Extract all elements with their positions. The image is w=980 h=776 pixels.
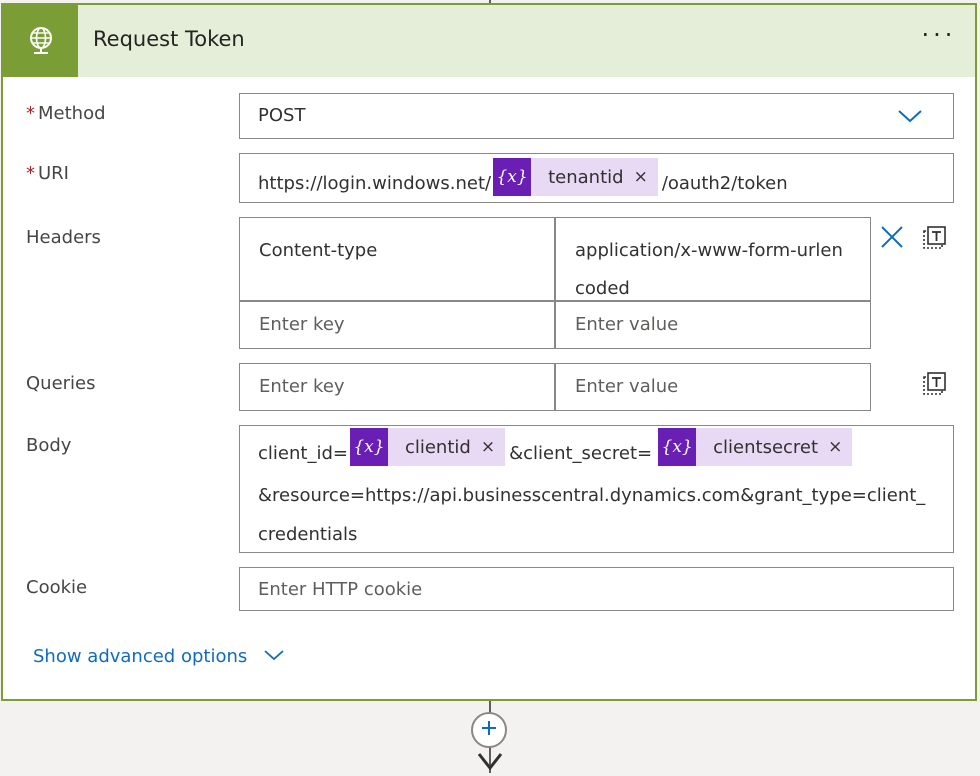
header-key-input[interactable]: Enter key (239, 301, 555, 349)
header-value-input[interactable]: Enter value (555, 301, 871, 349)
token-label: tenantid (548, 166, 624, 188)
close-icon[interactable]: × (634, 158, 658, 196)
uri-label: * URI (26, 163, 69, 184)
action-title: Request Token (93, 27, 245, 51)
uri-input[interactable]: https://login.windows.net/ {x} tenantid … (239, 153, 954, 203)
insert-step-button[interactable] (471, 712, 507, 748)
expression-icon: {x} (658, 428, 697, 466)
method-select[interactable]: POST (239, 93, 954, 139)
body-part1: client_id= (258, 442, 348, 464)
token-label: clientid (404, 436, 471, 458)
uri-prefix: https://login.windows.net/ (258, 172, 492, 194)
header-key-cell[interactable]: Content-type (239, 217, 555, 301)
http-action-card: Request Token ··· * Method POST * URI http… (1, 3, 977, 701)
action-header[interactable]: Request Token ··· (3, 5, 975, 77)
expression-icon: {x} (493, 158, 532, 196)
switch-to-text-icon[interactable] (921, 371, 947, 401)
uri-suffix: /oauth2/token (661, 172, 788, 194)
method-label: * Method (26, 103, 106, 124)
body-part3: &resource=https://api.businesscentral.dy… (258, 485, 926, 545)
close-icon[interactable]: × (828, 428, 852, 466)
clientid-token[interactable]: {x} clientid × (349, 428, 506, 466)
clientsecret-token[interactable]: {x} clientsecret × (658, 428, 853, 466)
chevron-down-icon (897, 108, 923, 129)
query-key-input[interactable]: Enter key (239, 363, 555, 411)
switch-to-text-icon[interactable] (921, 225, 947, 255)
headers-label: Headers (26, 227, 101, 248)
body-part2: &client_secret= (509, 442, 653, 464)
close-icon[interactable] (880, 225, 904, 253)
arrow-down-icon (477, 752, 503, 776)
header-value-cell[interactable]: application/x-www-form-urlencoded (555, 217, 871, 301)
show-advanced-options-link[interactable]: Show advanced options (33, 646, 285, 667)
close-icon[interactable]: × (481, 428, 505, 466)
query-value-input[interactable]: Enter value (555, 363, 871, 411)
queries-label: Queries (26, 373, 96, 394)
required-mark: * (26, 103, 35, 124)
expression-icon: {x} (349, 428, 388, 466)
required-mark: * (26, 163, 35, 184)
cookie-label: Cookie (26, 577, 88, 598)
body-label: Body (26, 435, 72, 456)
globe-icon (3, 5, 78, 77)
tenantid-token[interactable]: {x} tenantid × (493, 158, 658, 196)
token-label: clientsecret (713, 436, 819, 458)
plus-icon (480, 719, 498, 741)
method-value: POST (258, 105, 306, 126)
body-input[interactable]: client_id= {x} clientid × &client_secret… (239, 425, 954, 553)
more-options-button[interactable]: ··· (919, 23, 959, 53)
chevron-down-icon (263, 646, 285, 667)
cookie-input[interactable]: Enter HTTP cookie (239, 567, 954, 611)
